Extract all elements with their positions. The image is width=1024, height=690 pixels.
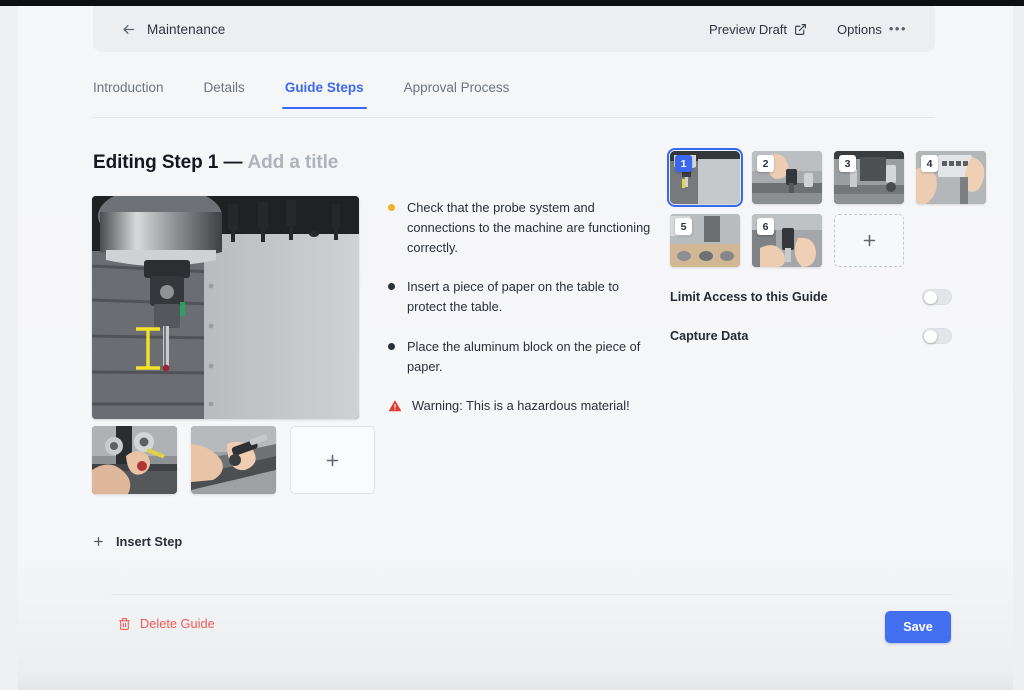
media-thumbnail[interactable] bbox=[92, 426, 177, 494]
tab-introduction[interactable]: Introduction bbox=[93, 74, 164, 109]
instruction-item[interactable]: Check that the probe system and connecti… bbox=[388, 198, 653, 257]
tab-divider bbox=[93, 117, 935, 118]
insert-step-label: Insert Step bbox=[116, 534, 183, 549]
step-number-badge: 5 bbox=[675, 218, 692, 235]
plus-icon bbox=[326, 454, 339, 466]
tab-approval-process[interactable]: Approval Process bbox=[404, 74, 510, 109]
breadcrumb: Maintenance bbox=[147, 21, 226, 37]
step-number-badge: 1 bbox=[675, 155, 692, 172]
preview-draft-label: Preview Draft bbox=[709, 21, 788, 37]
preview-draft-button[interactable]: Preview Draft bbox=[709, 22, 807, 37]
tab-details[interactable]: Details bbox=[204, 74, 245, 109]
step-thumbnail-grid: 1 2 3 4 5 6 bbox=[667, 148, 986, 267]
plus-icon bbox=[863, 234, 875, 247]
capture-data-toggle[interactable] bbox=[922, 328, 952, 344]
hands-measuring-photo bbox=[92, 426, 177, 494]
options-button[interactable]: Options ••• bbox=[837, 22, 907, 37]
step-thumbnail-1[interactable]: 1 bbox=[667, 148, 743, 207]
tab-bar: Introduction Details Guide Steps Approva… bbox=[93, 74, 935, 118]
step-number-badge: 3 bbox=[839, 155, 856, 172]
step-thumbnail-2[interactable]: 2 bbox=[752, 151, 822, 204]
media-thumbnail-strip bbox=[92, 426, 375, 494]
footer-divider bbox=[111, 594, 953, 595]
warning-text: Warning: This is a hazardous material! bbox=[412, 397, 630, 413]
bullet-icon bbox=[388, 283, 395, 291]
arrow-left-icon bbox=[121, 22, 136, 37]
step-hero-image[interactable] bbox=[92, 196, 359, 419]
save-button[interactable]: Save bbox=[885, 611, 951, 643]
page-canvas: Maintenance Preview Draft Options ••• In… bbox=[18, 6, 1013, 690]
trash-icon bbox=[119, 617, 130, 630]
bullet-icon bbox=[388, 343, 395, 351]
add-step-button[interactable] bbox=[834, 214, 904, 267]
left-gutter bbox=[0, 6, 18, 690]
toggle-knob bbox=[924, 330, 937, 343]
page-title: Editing Step 1 — Add a title bbox=[93, 152, 338, 174]
step-thumbnail-6[interactable]: 6 bbox=[752, 214, 822, 267]
instruction-text: Check that the probe system and connecti… bbox=[407, 200, 651, 255]
step-thumbnail-5[interactable]: 5 bbox=[670, 214, 740, 267]
tab-guide-steps[interactable]: Guide Steps bbox=[281, 74, 367, 109]
warning-triangle-icon bbox=[388, 397, 402, 413]
cnc-machine-photo bbox=[92, 196, 359, 419]
limit-access-toggle[interactable] bbox=[922, 289, 952, 305]
back-button[interactable]: Maintenance bbox=[121, 22, 225, 37]
step-number-badge: 2 bbox=[757, 155, 774, 172]
instruction-item[interactable]: Insert a piece of paper on the table to … bbox=[388, 277, 653, 317]
step-thumbnail-4[interactable]: 4 bbox=[916, 151, 986, 204]
insert-step-button[interactable]: Insert Step bbox=[92, 534, 182, 549]
instruction-list: Check that the probe system and connecti… bbox=[388, 198, 653, 415]
plus-icon bbox=[94, 537, 103, 546]
external-link-icon bbox=[794, 23, 807, 36]
title-placeholder[interactable]: Add a title bbox=[248, 152, 339, 173]
right-gutter bbox=[1013, 6, 1024, 690]
hands-assembling-photo bbox=[191, 426, 276, 494]
step-thumbnail-3[interactable]: 3 bbox=[834, 151, 904, 204]
instruction-item[interactable]: Place the aluminum block on the piece of… bbox=[388, 337, 653, 377]
toggle-knob bbox=[924, 291, 937, 304]
delete-guide-label: Delete Guide bbox=[140, 616, 215, 631]
ellipsis-icon: ••• bbox=[888, 21, 907, 36]
delete-guide-button[interactable]: Delete Guide bbox=[118, 616, 215, 631]
instruction-text: Place the aluminum block on the piece of… bbox=[407, 339, 641, 374]
instruction-text: Insert a piece of paper on the table to … bbox=[407, 279, 620, 315]
warning-item: Warning: This is a hazardous material! bbox=[388, 397, 653, 416]
bullet-icon bbox=[388, 204, 395, 211]
header-actions: Preview Draft Options ••• bbox=[709, 22, 907, 37]
page-title-prefix: Editing Step 1 — bbox=[93, 152, 248, 173]
app-header: Maintenance Preview Draft Options ••• bbox=[93, 6, 935, 52]
option-label: Capture Data bbox=[670, 329, 749, 343]
step-number-badge: 4 bbox=[921, 155, 938, 172]
option-limit-access: Limit Access to this Guide bbox=[670, 284, 952, 310]
guide-options: Limit Access to this Guide Capture Data bbox=[670, 284, 952, 362]
step-number-badge: 6 bbox=[757, 218, 774, 235]
options-label: Options bbox=[837, 21, 882, 37]
option-label: Limit Access to this Guide bbox=[670, 290, 828, 304]
option-capture-data: Capture Data bbox=[670, 323, 952, 349]
media-thumbnail[interactable] bbox=[191, 426, 276, 494]
add-media-button[interactable] bbox=[290, 426, 375, 494]
